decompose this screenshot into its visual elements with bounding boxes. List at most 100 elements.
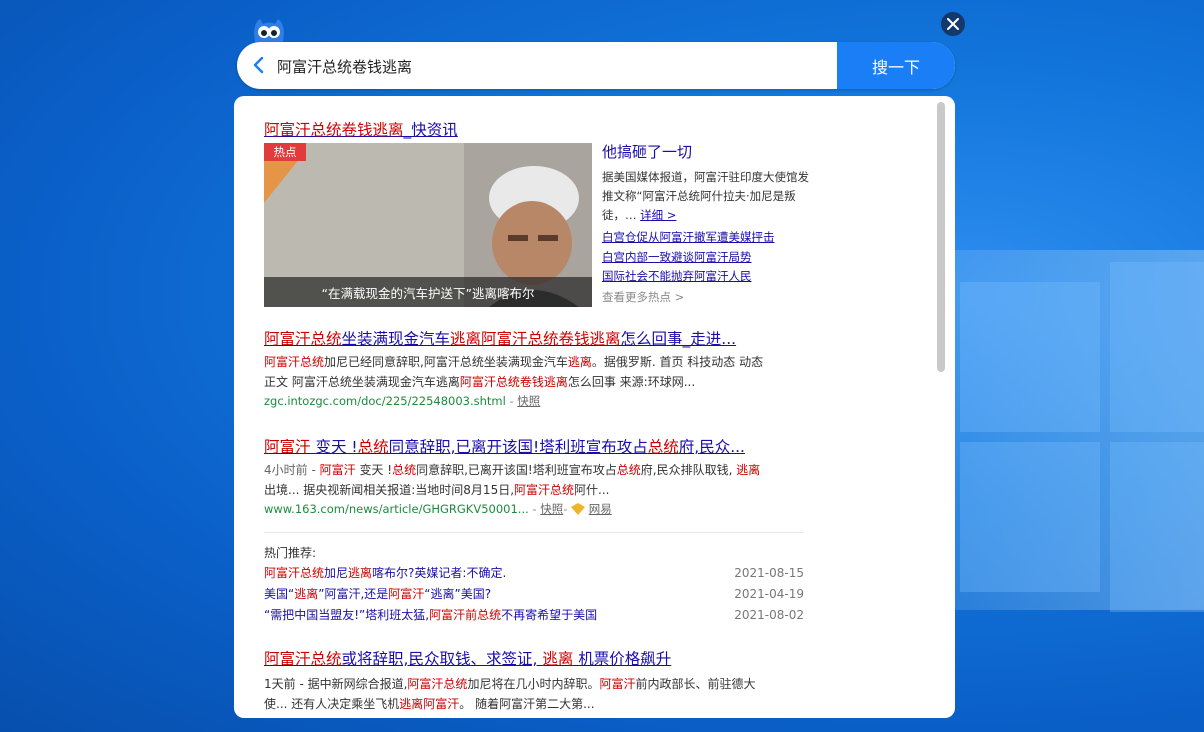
related-link-1[interactable]: 白宫仓促从阿富汗撤军遭美媒抨击	[602, 228, 812, 248]
title-seg: 总统	[647, 438, 679, 456]
result-2: 阿富汗总统坐装满现金汽车逃离阿富汗总统卷钱逃离怎么回事_走进... 阿富汗总统加…	[264, 329, 809, 410]
snippet-seg: 出境... 据央视新闻相关报道:当地时间8月15日,	[264, 483, 515, 497]
url-sep: -	[505, 394, 518, 408]
snippet-seg: 阿富汗总统	[407, 677, 468, 691]
result-3: 阿富汗 变天 !总统同意辞职,已离开该国!塔利班宣布攻占总统府,民众... 4小…	[264, 437, 809, 518]
result-3-title[interactable]: 阿富汗 变天 !总统同意辞职,已离开该国!塔利班宣布攻占总统府,民众...	[264, 437, 809, 457]
snippet-seg: 总统	[616, 463, 641, 477]
hot-recommendations-header: 热门推荐:	[264, 546, 317, 560]
result-4-title[interactable]: 阿富汗总统或将辞职,民众取钱、求签证, 逃离 机票价格飙升	[264, 649, 809, 669]
back-chevron-icon[interactable]	[249, 55, 269, 75]
result-1-title-highlight: 阿富汗总统卷钱逃离	[264, 121, 404, 139]
rec-seg: 阿富汗总统	[264, 566, 325, 580]
rec-seg: 阿富汗	[388, 587, 425, 601]
hot-news-image[interactable]: 热点 “在满载现金的汽车护送下” 逃离喀布尔	[264, 143, 592, 307]
title-seg: 同意辞职,已离开该国!塔利班宣布攻占	[388, 438, 648, 456]
url-text: www.163.com/news/article/GHGRGKV50001...	[264, 502, 529, 516]
snippet-seg: 使... 还有人决定乘坐飞机	[264, 697, 400, 711]
title-seg: 阿富汗总统	[264, 650, 342, 668]
result-3-url: www.163.com/news/article/GHGRGKV50001...…	[264, 500, 809, 518]
result-2-title[interactable]: 阿富汗总统坐装满现金汽车逃离阿富汗总统卷钱逃离怎么回事_走进...	[264, 329, 809, 349]
snippet-seg: 总统	[392, 463, 417, 477]
title-seg: 阿富汗	[264, 438, 311, 456]
hot-rec-item[interactable]: 阿富汗总统加尼逃离喀布尔?英媒记者:不确定. 2021-08-15	[264, 563, 804, 584]
rec-date: 2021-08-02	[734, 608, 804, 622]
image-caption: “在满载现金的汽车护送下” 逃离喀布尔	[264, 277, 592, 307]
search-input[interactable]	[275, 42, 839, 89]
details-link[interactable]: 详细 >	[640, 208, 676, 222]
rec-seg: 阿富汗前总统	[429, 608, 502, 622]
rec-seg: 加尼	[324, 566, 349, 580]
hot-badge: 热点	[264, 143, 306, 161]
divider	[264, 532, 804, 533]
search-button[interactable]: 搜一下	[837, 42, 955, 89]
cache-link[interactable]: 快照	[540, 502, 563, 516]
title-seg: 府,民众...	[678, 438, 745, 456]
snippet-seg: 逃离阿富汗	[399, 697, 460, 711]
more-hot-link[interactable]: 查看更多热点 >	[602, 287, 812, 307]
snippet-seg: 怎么回事 来源:环球网...	[567, 375, 696, 389]
result-3-snippet: 4小时前 - 阿富汗 变天 !总统同意辞职,已离开该国!塔利班宣布攻占总统府,民…	[264, 460, 809, 500]
snippet-seg: 阿富汗	[599, 677, 636, 691]
snippet-time: 4小时前 -	[264, 463, 320, 477]
related-link-3[interactable]: 国际社会不能抛弃阿富汗人民	[602, 267, 812, 287]
snippet-seg: 府,民众排队取钱,	[640, 463, 737, 477]
snippet-seg: 变天 !	[355, 463, 393, 477]
rec-seg: 不再寄希望于美国	[501, 608, 598, 622]
result-4: 阿富汗总统或将辞职,民众取钱、求签证, 逃离 机票价格飙升 1天前 - 据中新网…	[264, 649, 809, 714]
close-button[interactable]	[941, 12, 965, 36]
related-link-2[interactable]: 白宫内部一致避谈阿富汗局势	[602, 248, 812, 268]
snippet-seg: 逃离	[736, 463, 761, 477]
hot-news-desc-text: 据美国媒体报道，阿富汗驻印度大使馆发推文称“阿富汗总统阿什拉夫·加尼是叛徒，…	[602, 170, 809, 222]
url-sep: -	[528, 502, 541, 516]
snippet-seg: 。据俄罗斯. 首页 科技动态 动态	[591, 355, 764, 369]
windows-logo-pane	[1110, 442, 1204, 612]
rec-seg: “需把中国当盟友!”塔利班太猛,	[264, 608, 430, 622]
url-text: zgc.intozgc.com/doc/225/22548003.shtml	[264, 394, 506, 408]
rec-seg: 逃离	[294, 587, 319, 601]
hot-rec-item[interactable]: “需把中国当盟友!”塔利班太猛,阿富汗前总统不再寄希望于美国 2021-08-0…	[264, 605, 804, 626]
hot-news-sidebar: 他搞砸了一切 据美国媒体报道，阿富汗驻印度大使馆发推文称“阿富汗总统阿什拉夫·加…	[602, 142, 812, 307]
result-1-title[interactable]: 阿富汗总统卷钱逃离_快资讯	[264, 120, 458, 140]
rec-date: 2021-04-19	[734, 587, 804, 601]
title-seg: 变天 !	[310, 438, 358, 456]
title-seg: 机票价格飙升	[573, 650, 672, 668]
related-link-text: 白宫内部一致避谈阿富汗局势	[602, 249, 752, 264]
hot-rec-item[interactable]: 美国“逃离”阿富汗,还是阿富汗“逃离”美国? 2021-04-19	[264, 584, 804, 605]
search-bar: 搜一下	[237, 42, 955, 89]
snippet-seg: 逃离	[567, 355, 592, 369]
owl-mascot-icon	[254, 19, 284, 42]
snippet-seg: 同意辞职,已离开该国!塔利班宣布攻占	[416, 463, 617, 477]
rec-seg: 逃离	[348, 566, 373, 580]
hot-news-description: 据美国媒体报道，阿富汗驻印度大使馆发推文称“阿富汗总统阿什拉夫·加尼是叛徒，… …	[602, 168, 812, 225]
snippet-seg: 阿富汗总统	[514, 483, 575, 497]
caption-highlight: 逃离喀布尔	[471, 285, 535, 301]
rec-date: 2021-08-15	[734, 566, 804, 580]
windows-logo-pane	[960, 282, 1100, 432]
snippet-seg: 阿富汗	[319, 463, 356, 477]
scrollbar-thumb[interactable]	[937, 102, 945, 372]
rec-seg: 喀布尔?英媒记者:不确定.	[372, 566, 507, 580]
windows-logo-pane	[960, 442, 1100, 592]
close-icon	[947, 18, 959, 30]
result-4-snippet: 1天前 - 据中新网综合报道,阿富汗总统加尼将在几小时内辞职。阿富汗前内政部长、…	[264, 674, 809, 714]
source-link[interactable]: 网易	[589, 502, 612, 516]
snippet-seg: 阿什...	[574, 483, 610, 497]
hot-news-headline[interactable]: 他搞砸了一切	[602, 142, 812, 162]
snippet-seg: 1天前 - 据中新网综合报道,	[264, 677, 408, 691]
hot-recommendations: 热门推荐: 阿富汗总统加尼逃离喀布尔?英媒记者:不确定. 2021-08-15 …	[264, 543, 804, 626]
snippet-seg: 阿富汗总统	[264, 355, 325, 369]
related-link-text: 白宫仓促从阿富汗撤军遭美媒抨击	[602, 230, 775, 244]
results-panel: 阿富汗总统卷钱逃离_快资讯 热点 “在满载现金的汽车护送下” 逃离喀布尔 他搞砸了…	[234, 96, 955, 718]
rec-seg: 美国“	[264, 587, 295, 601]
cache-link[interactable]: 快照	[517, 394, 540, 408]
snippet-seg: 前内政部长、前驻德大	[635, 677, 756, 691]
related-link-text: 国际社会不能抛弃阿富汗人民	[602, 269, 752, 283]
netease-source-icon	[571, 503, 586, 515]
windows-logo-pane	[1110, 262, 1204, 432]
result-2-url: zgc.intozgc.com/doc/225/22548003.shtml -…	[264, 392, 809, 410]
title-seg: 阿富汗总统	[264, 330, 342, 348]
result-2-snippet: 阿富汗总统加尼已经同意辞职,阿富汗总统坐装满现金汽车逃离。据俄罗斯. 首页 科技…	[264, 352, 809, 392]
title-seg: 总统	[357, 438, 389, 456]
snippet-seg: 。 随着阿富汗第二大第...	[459, 697, 595, 711]
